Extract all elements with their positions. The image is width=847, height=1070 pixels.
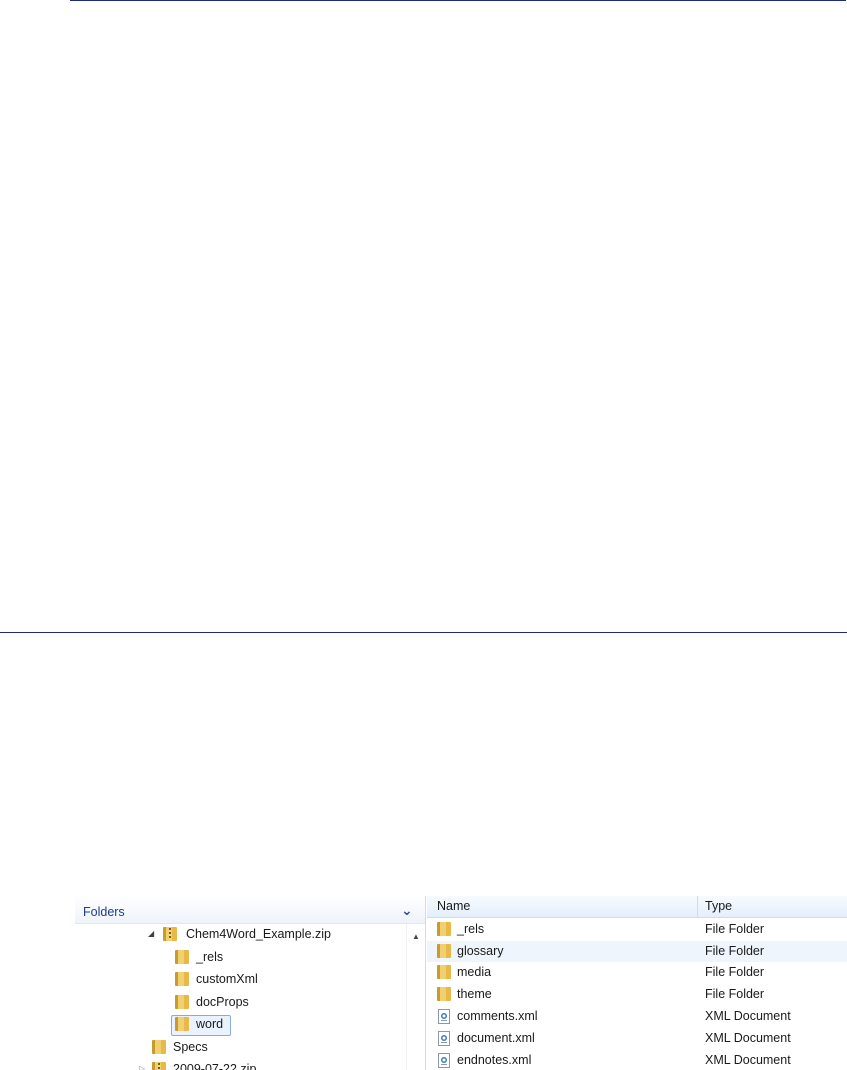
file-name: media xyxy=(457,965,492,979)
zip-folder-icon xyxy=(163,927,177,941)
file-name: document.xml xyxy=(457,1031,535,1045)
tree-item-rels[interactable]: _rels xyxy=(75,947,405,967)
file-type: XML Document xyxy=(705,1053,791,1067)
folders-header[interactable]: Folders ⌄ xyxy=(75,896,425,924)
tree-item-label: 2009-07-22.zip xyxy=(173,1062,257,1070)
xml-document-icon xyxy=(438,1053,450,1068)
column-header-name[interactable]: Name xyxy=(437,899,470,913)
file-row[interactable]: endnotes.xml XML Document xyxy=(427,1050,847,1070)
xml-document-icon xyxy=(438,1031,450,1046)
tree-item-label: word xyxy=(196,1017,224,1031)
tree-item-label: docProps xyxy=(196,995,249,1009)
folder-icon xyxy=(152,1040,166,1054)
tree-item-label: Specs xyxy=(173,1040,208,1054)
tree-item-label: _rels xyxy=(196,950,224,964)
file-row[interactable]: glossary File Folder xyxy=(427,941,847,962)
file-row[interactable]: media File Folder xyxy=(427,962,847,983)
file-type: File Folder xyxy=(705,987,765,1001)
chevron-down-icon[interactable]: ⌄ xyxy=(401,902,413,919)
file-type: File Folder xyxy=(705,965,765,979)
file-list-pane: Name Type _rels File Folder glossary Fil… xyxy=(427,896,847,1070)
expanded-triangle-icon[interactable]: ◢ xyxy=(148,924,154,944)
column-header-type[interactable]: Type xyxy=(705,899,732,913)
file-type: XML Document xyxy=(705,1009,791,1023)
column-divider[interactable] xyxy=(697,896,698,917)
collapsed-triangle-icon[interactable]: ▷ xyxy=(139,1059,145,1070)
file-row[interactable]: _rels File Folder xyxy=(427,919,847,940)
file-name: comments.xml xyxy=(457,1009,538,1023)
folders-scrollbar[interactable]: ▲ xyxy=(406,924,425,1070)
column-header-row: Name Type xyxy=(427,896,847,918)
tree-item-customxml[interactable]: customXml xyxy=(75,969,405,989)
tree-item-label: customXml xyxy=(196,972,258,986)
folder-icon xyxy=(437,922,451,936)
file-row[interactable]: theme File Folder xyxy=(427,984,847,1005)
file-name: endnotes.xml xyxy=(457,1053,532,1067)
file-type: File Folder xyxy=(705,922,765,936)
folder-icon xyxy=(437,965,451,979)
folder-icon xyxy=(175,950,189,964)
file-row[interactable]: comments.xml XML Document xyxy=(427,1006,847,1027)
middle-horizontal-rule xyxy=(0,632,847,633)
folder-icon xyxy=(437,987,451,1001)
folder-icon xyxy=(175,1017,189,1031)
file-explorer-window: Folders ⌄ ◢ Chem4Word_Example.zip _rels … xyxy=(75,896,847,1070)
folders-title: Folders xyxy=(83,905,125,919)
file-name: _rels xyxy=(457,922,485,936)
file-name: glossary xyxy=(457,944,504,958)
folder-icon xyxy=(437,944,451,958)
tree-item-docprops[interactable]: docProps xyxy=(75,992,405,1012)
scroll-up-arrow-icon[interactable]: ▲ xyxy=(412,932,420,941)
tree-item-word[interactable]: word xyxy=(75,1014,405,1034)
folder-icon xyxy=(175,972,189,986)
xml-document-icon xyxy=(438,1009,450,1024)
tree-item-2009-07-22-zip[interactable]: ▷ 2009-07-22.zip xyxy=(75,1059,405,1070)
folder-icon xyxy=(175,995,189,1009)
file-type: File Folder xyxy=(705,944,765,958)
tree-item-specs[interactable]: Specs xyxy=(75,1037,405,1057)
tree-item-label: Chem4Word_Example.zip xyxy=(186,927,331,941)
file-row[interactable]: document.xml XML Document xyxy=(427,1028,847,1049)
top-horizontal-rule xyxy=(70,0,846,1)
zip-folder-icon xyxy=(152,1062,166,1070)
tree-item-chem4word-example-zip[interactable]: ◢ Chem4Word_Example.zip xyxy=(75,924,405,944)
file-name: theme xyxy=(457,987,492,1001)
file-type: XML Document xyxy=(705,1031,791,1045)
folders-pane: Folders ⌄ ◢ Chem4Word_Example.zip _rels … xyxy=(75,896,426,1070)
